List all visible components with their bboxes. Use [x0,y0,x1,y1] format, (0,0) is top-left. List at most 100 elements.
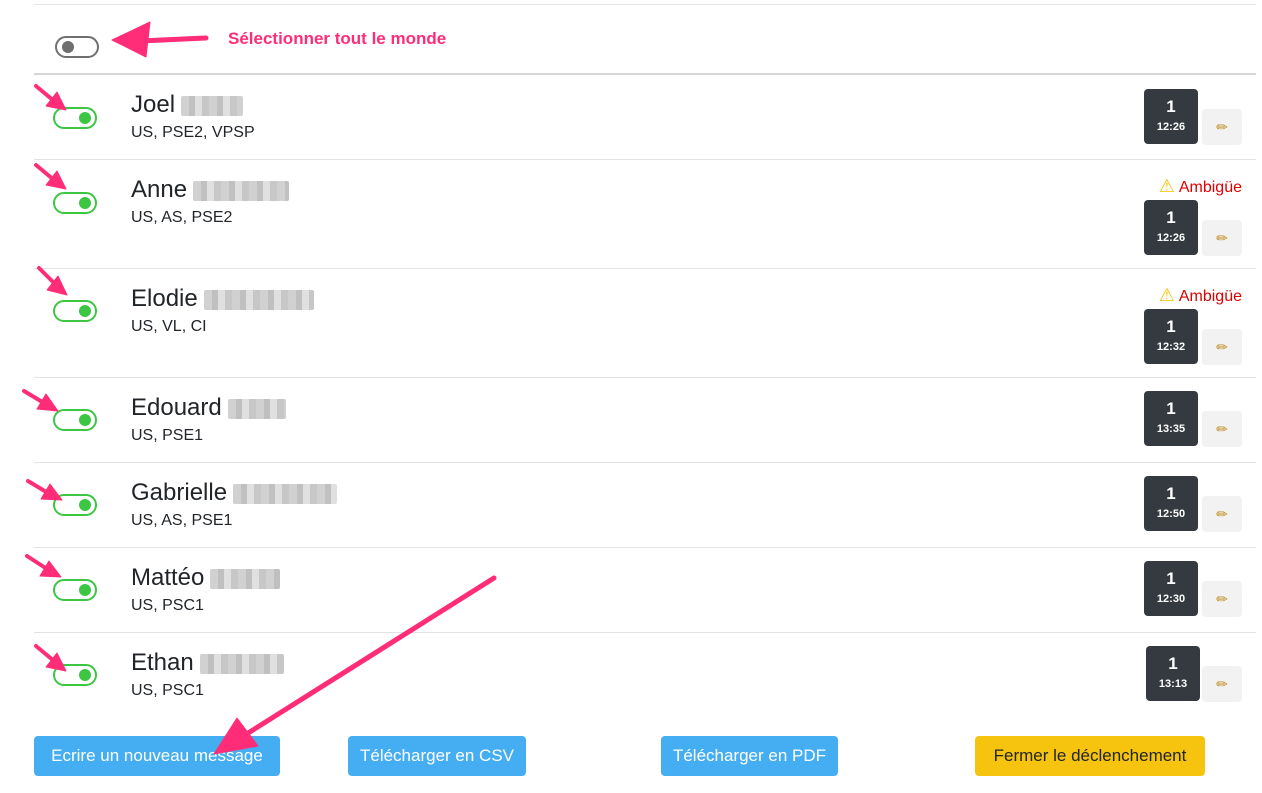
response-badge: 1 13:13 [1146,646,1200,701]
select-all-toggle[interactable] [55,36,99,58]
response-time: 12:26 [1156,232,1186,244]
person-qualifications: US, PSC1 [131,682,204,699]
toggle-knob [79,669,91,681]
pencil-icon: ✏ [1216,339,1228,355]
first-name: Edouard [131,394,222,421]
list-item: Gabrielle US, AS, PSE1 1 12:50 ✏ [34,463,1256,548]
edit-button[interactable]: ✏ [1202,109,1242,145]
response-count: 1 [1166,399,1176,418]
edit-button[interactable]: ✏ [1202,496,1242,532]
edit-button[interactable]: ✏ [1202,666,1242,702]
response-badge: 1 12:26 [1144,200,1198,255]
redacted-surname [210,568,281,589]
response-count: 1 [1166,569,1176,588]
pencil-icon: ✏ [1216,119,1228,135]
list-item: Edouard US, PSE1 1 13:35 ✏ [34,378,1256,463]
new-message-button[interactable]: Ecrire un nouveau message [34,736,280,776]
toggle-knob [79,305,91,317]
first-name: Anne [131,176,188,203]
response-time: 12:50 [1156,508,1186,520]
person-qualifications: US, AS, PSE1 [131,512,233,529]
toggle-knob [79,112,91,124]
list-item: Elodie US, VL, CI ⚠ Ambigüe 1 12:32 ✏ [34,269,1256,378]
response-time: 12:30 [1156,593,1186,605]
response-badge: 1 13:35 [1144,391,1198,446]
download-pdf-button[interactable]: Télécharger en PDF [661,736,838,776]
select-all-annotation: Sélectionner tout le monde [228,29,447,48]
person-name: Ethan [131,651,284,675]
person-name: Mattéo [131,564,281,591]
pencil-icon: ✏ [1216,676,1228,692]
response-count: 1 [1166,208,1176,227]
redacted-surname [233,483,338,504]
edit-button[interactable]: ✏ [1202,329,1242,365]
toggle-knob [79,499,91,511]
toggle-knob [79,584,91,596]
person-name: Gabrielle [131,479,338,506]
arrow-select-all-head [111,21,151,58]
warning-icon: ⚠ [1158,285,1175,305]
pencil-icon: ✏ [1216,421,1228,437]
edit-button[interactable]: ✏ [1202,581,1242,617]
list-item: Anne US, AS, PSE2 ⚠ Ambigüe 1 12:26 ✏ [34,160,1256,269]
redacted-surname [199,653,284,674]
first-name: Gabrielle [131,479,228,506]
person-toggle[interactable] [53,664,97,686]
response-count: 1 [1166,317,1176,336]
warning-label: Ambigüe [1178,179,1242,196]
toggle-knob [79,197,91,209]
person-name: Elodie [131,287,314,311]
redacted-surname [193,180,290,201]
response-count: 1 [1168,654,1178,673]
toggle-knob [62,41,74,53]
response-badge: 1 12:50 [1144,476,1198,531]
download-csv-button[interactable]: Télécharger en CSV [348,736,526,776]
person-qualifications: US, PSE2, VPSP [131,124,255,141]
list-item: Mattéo US, PSC1 1 12:30 ✏ [34,548,1256,633]
person-qualifications: US, PSE1 [131,427,204,444]
ambiguous-warning: ⚠ Ambigüe [1159,285,1242,306]
list-item: Joel US, PSE2, VPSP 1 12:26 ✏ [34,75,1256,160]
person-toggle[interactable] [53,409,97,431]
warning-icon: ⚠ [1158,176,1175,196]
edit-button[interactable]: ✏ [1202,411,1242,447]
person-toggle[interactable] [53,192,97,214]
pencil-icon: ✏ [1216,506,1228,522]
pencil-icon: ✏ [1216,230,1228,246]
edit-button[interactable]: ✏ [1202,220,1242,256]
redacted-surname [203,289,314,310]
redacted-surname [227,398,286,419]
person-toggle[interactable] [53,107,97,129]
person-qualifications: US, PSC1 [131,597,204,614]
top-divider [34,4,1256,5]
response-count: 1 [1166,484,1176,503]
arrow-select-all [137,35,209,44]
person-qualifications: US, VL, CI [131,318,207,335]
response-time: 13:35 [1156,423,1186,435]
response-badge: 1 12:26 [1144,89,1198,144]
response-badge: 1 12:32 [1144,309,1198,364]
ambiguous-warning: ⚠ Ambigüe [1159,176,1242,197]
pencil-icon: ✏ [1216,591,1228,607]
response-count: 1 [1166,97,1176,116]
list-item: Ethan US, PSC1 1 13:13 ✏ [34,633,1256,718]
person-toggle[interactable] [53,579,97,601]
person-toggle[interactable] [53,494,97,516]
response-time: 12:32 [1156,341,1186,353]
warning-label: Ambigüe [1178,288,1242,305]
toggle-knob [79,414,91,426]
response-time: 12:26 [1156,121,1186,133]
person-qualifications: US, AS, PSE2 [131,209,233,226]
first-name: Joel [131,91,176,118]
first-name: Ethan [131,649,194,676]
person-toggle[interactable] [53,300,97,322]
person-name: Joel [131,91,244,118]
response-badge: 1 12:30 [1144,561,1198,616]
first-name: Elodie [131,285,198,312]
response-time: 13:13 [1158,678,1188,690]
person-name: Edouard [131,396,286,420]
redacted-surname [181,95,244,116]
close-trigger-button[interactable]: Fermer le déclenchement [975,736,1205,776]
first-name: Mattéo [131,564,205,591]
person-name: Anne [131,176,290,203]
